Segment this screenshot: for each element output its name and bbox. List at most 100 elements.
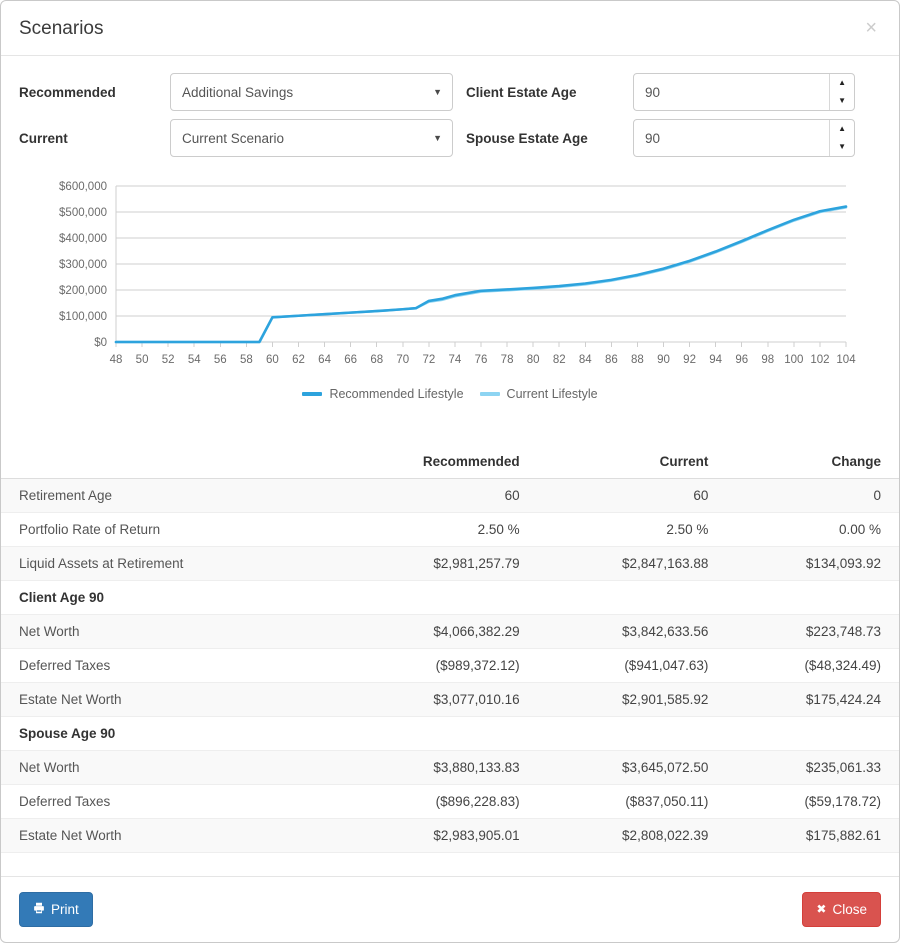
comparison-table: Recommended Current Change Retirement Ag… [1, 448, 899, 853]
current-label: Current [19, 130, 68, 146]
x-axis-tick-label: 96 [735, 354, 748, 366]
x-mark-icon: ✖ [816, 902, 827, 917]
x-axis-tick-label: 72 [422, 354, 435, 366]
table-section-row: Spouse Age 90 [1, 716, 899, 751]
spouse-estate-age-input[interactable] [634, 120, 830, 156]
chart-series-recommended [114, 205, 848, 344]
cell-change [726, 716, 899, 751]
table-section-row: Client Age 90 [1, 580, 899, 615]
modal-header: Scenarios × [1, 1, 899, 56]
cell-recommended: 2.50 % [331, 512, 538, 547]
x-axis-tick-label: 48 [110, 354, 123, 366]
spouse-estate-age-stepper[interactable]: ▲ ▼ [633, 119, 855, 157]
cell-change: $223,748.73 [726, 614, 899, 649]
cell-recommended: $2,981,257.79 [331, 546, 538, 581]
spinner-down-icon[interactable]: ▼ [830, 92, 854, 110]
client-estate-age-field: Client Estate Age ▲ ▼ [453, 73, 855, 111]
recommended-select[interactable]: Additional Savings [170, 73, 453, 111]
current-field: Current Current Scenario ▼ [19, 119, 453, 157]
print-button-label: Print [51, 901, 79, 917]
cell-change: $175,424.24 [726, 682, 899, 717]
x-axis-tick-label: 52 [162, 354, 175, 366]
x-axis-tick-label: 92 [683, 354, 696, 366]
lifestyle-chart-svg: $0 $100,000 $200,000 $300,000 $400,000 $500,0… [59, 181, 856, 366]
x-axis-tick-label: 74 [449, 354, 462, 366]
legend-swatch-current [479, 392, 500, 396]
cell-recommended: ($896,228.83) [331, 784, 538, 819]
x-axis-tick-label: 100 [784, 354, 803, 366]
legend-label-recommended: Recommended Lifestyle [329, 387, 464, 401]
close-button-label: Close [832, 901, 867, 917]
row-label: Estate Net Worth [1, 682, 332, 717]
scenarios-modal: Scenarios × Recommended Additional Savin… [0, 0, 900, 943]
current-select[interactable]: Current Scenario [170, 119, 453, 157]
client-estate-age-stepper[interactable]: ▲ ▼ [633, 73, 855, 111]
chart-series-current [114, 206, 848, 344]
client-estate-age-label: Client Estate Age [466, 84, 577, 100]
cell-recommended: 60 [331, 478, 538, 513]
spouse-estate-age-label: Spouse Estate Age [466, 130, 588, 146]
cell-change: $235,061.33 [726, 750, 899, 785]
x-axis-tick-label: 78 [501, 354, 514, 366]
close-button[interactable]: ✖ Close [802, 891, 881, 928]
y-axis-tick-label: $500,000 [59, 207, 107, 219]
x-axis-tick-label: 70 [396, 354, 409, 366]
cell-recommended: $3,077,010.16 [331, 682, 538, 717]
row-label: Deferred Taxes [1, 784, 332, 819]
cell-current: $2,847,163.88 [537, 546, 727, 581]
y-axis-tick-label: $100,000 [59, 311, 107, 323]
client-estate-age-input[interactable] [634, 74, 830, 110]
modal-footer: Print ✖ Close [1, 876, 899, 942]
row-label: Spouse Age 90 [1, 716, 332, 751]
row-label: Estate Net Worth [1, 818, 332, 853]
y-axis-tick-label: $0 [94, 337, 107, 349]
cell-current: $2,901,585.92 [537, 682, 727, 717]
x-axis-tick-label: 50 [136, 354, 149, 366]
spinner-down-icon[interactable]: ▼ [830, 138, 854, 156]
x-axis-tick-label: 94 [709, 354, 722, 366]
cell-recommended [331, 716, 538, 751]
legend-item-current: Current Lifestyle [479, 387, 598, 401]
x-axis-tick-label: 76 [475, 354, 488, 366]
cell-current: $3,645,072.50 [537, 750, 727, 785]
table-row: Deferred Taxes ($989,372.12) ($941,047.63)… [1, 648, 899, 683]
table-head: Recommended Current Change [1, 448, 899, 479]
x-axis-tick-label: 82 [553, 354, 566, 366]
spouse-estate-age-spin-buttons: ▲ ▼ [829, 120, 854, 156]
cell-current: $2,808,022.39 [537, 818, 727, 853]
current-select-wrap: Current Scenario ▼ [170, 119, 453, 157]
x-axis-tick-label: 98 [761, 354, 774, 366]
spinner-up-icon[interactable]: ▲ [830, 120, 854, 138]
table-row: Retirement Age 60 60 0 [1, 478, 899, 513]
cell-recommended: $3,880,133.83 [331, 750, 538, 785]
table-body: Retirement Age 60 60 0 Portfolio Rate of Ret… [1, 478, 899, 853]
close-icon[interactable]: × [861, 16, 881, 40]
x-axis-tick-label: 102 [810, 354, 829, 366]
cell-recommended: ($989,372.12) [331, 648, 538, 683]
legend-label-current: Current Lifestyle [506, 387, 598, 401]
page-title: Scenarios [19, 17, 104, 39]
print-button[interactable]: Print [19, 891, 93, 928]
spouse-estate-age-field: Spouse Estate Age ▲ ▼ [453, 119, 855, 157]
x-axis-tick-label: 88 [631, 354, 644, 366]
form-row-recommended: Recommended Additional Savings ▼ Client … [19, 73, 881, 111]
x-axis-tick-label: 62 [292, 354, 305, 366]
table-row: Estate Net Worth $3,077,010.16 $2,901,585.… [1, 682, 899, 717]
column-header-change: Change [726, 448, 899, 479]
chart-legend: Recommended Lifestyle Current Lifestyle [1, 387, 899, 401]
row-label: Deferred Taxes [1, 648, 332, 683]
legend-swatch-recommended [302, 392, 323, 396]
cell-change: ($59,178.72) [726, 784, 899, 819]
spinner-up-icon[interactable]: ▲ [830, 74, 854, 92]
x-axis-tick-label: 68 [370, 354, 383, 366]
recommended-label: Recommended [19, 84, 116, 100]
lifestyle-chart: $0 $100,000 $200,000 $300,000 $400,000 $500,0… [1, 170, 899, 430]
client-estate-age-spin-buttons: ▲ ▼ [829, 74, 854, 110]
cell-recommended [331, 580, 538, 615]
cell-change: $134,093.92 [726, 546, 899, 581]
x-axis-tick-label: 84 [579, 354, 592, 366]
scenario-form: Recommended Additional Savings ▼ Client … [1, 56, 899, 157]
y-axis-tick-label: $300,000 [59, 259, 107, 271]
row-label: Client Age 90 [1, 580, 332, 615]
column-header-recommended: Recommended [331, 448, 538, 479]
